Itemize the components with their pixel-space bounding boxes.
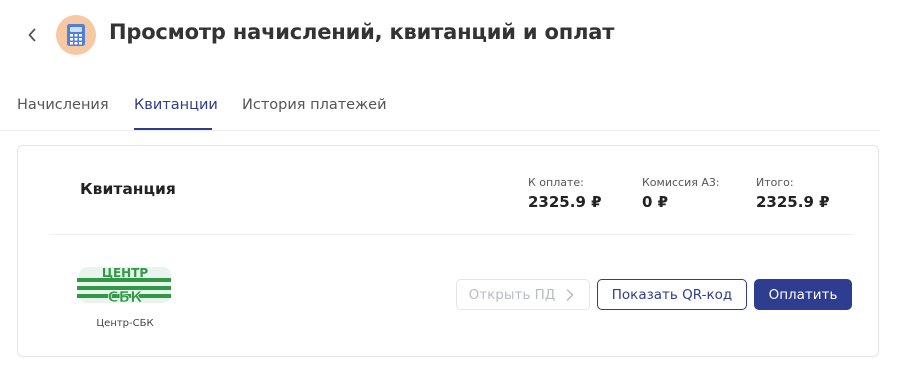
svg-text:ЦЕНТР: ЦЕНТР — [102, 266, 149, 280]
page-header: Просмотр начислений, квитанций и оплат — [0, 0, 905, 72]
provider-name: Центр-СБК — [96, 318, 154, 329]
tab-bar: Начисления Квитанции История платежей — [0, 88, 880, 131]
pay-button[interactable]: Оплатить — [754, 279, 852, 310]
svg-text:СБК: СБК — [108, 288, 143, 306]
calculator-icon — [67, 24, 85, 46]
commission-label: Комиссия A3: — [642, 176, 720, 189]
amount-due-label: К оплате: — [528, 176, 584, 189]
divider — [50, 234, 853, 235]
commission-value: 0 ₽ — [642, 193, 669, 211]
receipt-title: Квитанция — [80, 180, 176, 198]
tab-payment-history[interactable]: История платежей — [242, 97, 387, 113]
commission: Комиссия A3: 0 ₽ — [642, 176, 720, 211]
open-pd-button[interactable]: Открыть ПД — [456, 279, 590, 310]
page-title: Просмотр начислений, квитанций и оплат — [109, 20, 615, 44]
active-tab-indicator — [134, 128, 212, 130]
total-label: Итого: — [756, 176, 794, 189]
receipt-card: Квитанция К оплате: 2325.9 ₽ Комиссия A3… — [17, 145, 879, 357]
tab-accruals[interactable]: Начисления — [17, 97, 109, 113]
app-icon — [56, 15, 96, 55]
show-qr-button[interactable]: Показать QR-код — [597, 279, 747, 310]
total: Итого: 2325.9 ₽ — [756, 176, 830, 211]
back-button[interactable] — [22, 24, 42, 46]
amount-due: К оплате: 2325.9 ₽ — [528, 176, 602, 211]
provider-logo: ЦЕНТР СБК — [77, 266, 171, 306]
open-pd-label: Открыть ПД — [468, 286, 556, 303]
total-value: 2325.9 ₽ — [756, 193, 830, 211]
amount-due-value: 2325.9 ₽ — [528, 193, 602, 211]
chevron-left-icon — [28, 28, 36, 42]
tab-receipts[interactable]: Квитанции — [134, 97, 218, 113]
chevron-right-icon — [567, 288, 574, 301]
